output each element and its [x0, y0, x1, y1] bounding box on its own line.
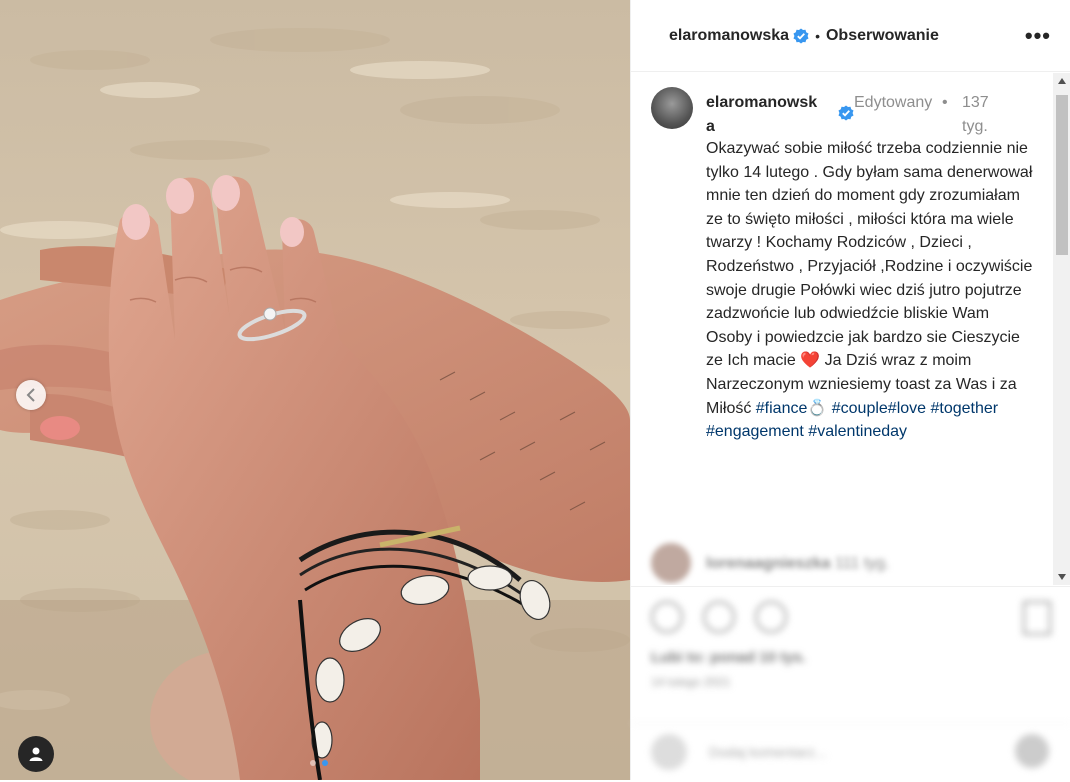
share-icon[interactable] [755, 601, 787, 633]
caption-username[interactable]: elaromanowska [706, 91, 854, 139]
comment-avatar [651, 543, 691, 583]
caption-separator: • [942, 94, 948, 111]
add-comment-bar: Dodaj komentarz... [631, 723, 1070, 782]
header-username[interactable]: elaromanowska [669, 27, 789, 45]
tagged-users-button[interactable] [18, 736, 54, 772]
scroll-up-icon[interactable] [1053, 73, 1070, 89]
post-actions: Lubi to: ponad 10 tys. 14 lutego 2021 Do… [631, 586, 1070, 781]
post-photo [0, 0, 630, 780]
like-icon[interactable] [651, 601, 683, 633]
emoji-icon[interactable] [651, 734, 687, 770]
hands-photo [0, 0, 630, 780]
blurred-comment: lorenaagnieszka 111 tyg. [651, 543, 1051, 583]
hashtag-love[interactable]: #love [888, 400, 926, 417]
post-header: elaromanowska • Obserwowanie ••• [631, 0, 1070, 72]
hashtag-valentineday[interactable]: #valentineday [804, 423, 907, 440]
header-separator: • [815, 27, 820, 44]
comment-username-text: lorenaagnieszka [706, 555, 831, 572]
post-comment-button[interactable] [1015, 734, 1049, 768]
scroll-down-icon[interactable] [1053, 569, 1070, 585]
carousel-dots [310, 760, 328, 766]
caption-text-main: Okazywać sobie miłość trzeba codziennie … [706, 140, 1037, 370]
bookmark-icon[interactable] [1023, 601, 1051, 635]
following-button[interactable]: Obserwowanie [826, 27, 939, 45]
avatar[interactable] [651, 87, 693, 129]
comment-icon[interactable] [703, 601, 735, 633]
comment-age: 111 tyg. [834, 555, 890, 572]
caption-text: Okazywać sobie miłość trzeba codziennie … [706, 137, 1036, 444]
verified-badge-icon [838, 105, 854, 121]
post-date: 14 lutego 2021 [651, 675, 731, 689]
previous-photo-button[interactable] [16, 380, 46, 410]
carousel-dot-active [322, 760, 328, 766]
scrollbar[interactable] [1053, 73, 1070, 585]
caption-timestamp[interactable]: 137 tyg. [962, 91, 1002, 139]
edited-label: Edytowany [854, 94, 933, 111]
chevron-left-icon [26, 388, 35, 402]
action-icons [651, 601, 787, 633]
comment-input[interactable]: Dodaj komentarz... [709, 744, 827, 760]
comment-username: lorenaagnieszka 111 tyg. [706, 555, 890, 573]
scrollbar-thumb[interactable] [1056, 95, 1068, 255]
heart-emoji: ❤️ [800, 352, 821, 370]
verified-badge-icon [793, 28, 809, 44]
likes-count[interactable]: Lubi to: ponad 10 tys. [651, 649, 806, 666]
carousel-dot [310, 760, 316, 766]
hashtag-couple[interactable]: #couple [827, 400, 888, 417]
hashtag-together[interactable]: #together [926, 400, 998, 417]
hashtag-fiance[interactable]: #fiance💍 [756, 400, 828, 417]
comments-area[interactable]: elaromanowska Edytowany • 137 tyg. Okazy… [631, 73, 1070, 585]
user-icon [29, 747, 43, 761]
caption-username-text[interactable]: elaromanowska [706, 94, 817, 135]
post-side-panel: elaromanowska • Obserwowanie ••• elaroma… [630, 0, 1070, 780]
more-options-button[interactable]: ••• [1025, 23, 1051, 49]
